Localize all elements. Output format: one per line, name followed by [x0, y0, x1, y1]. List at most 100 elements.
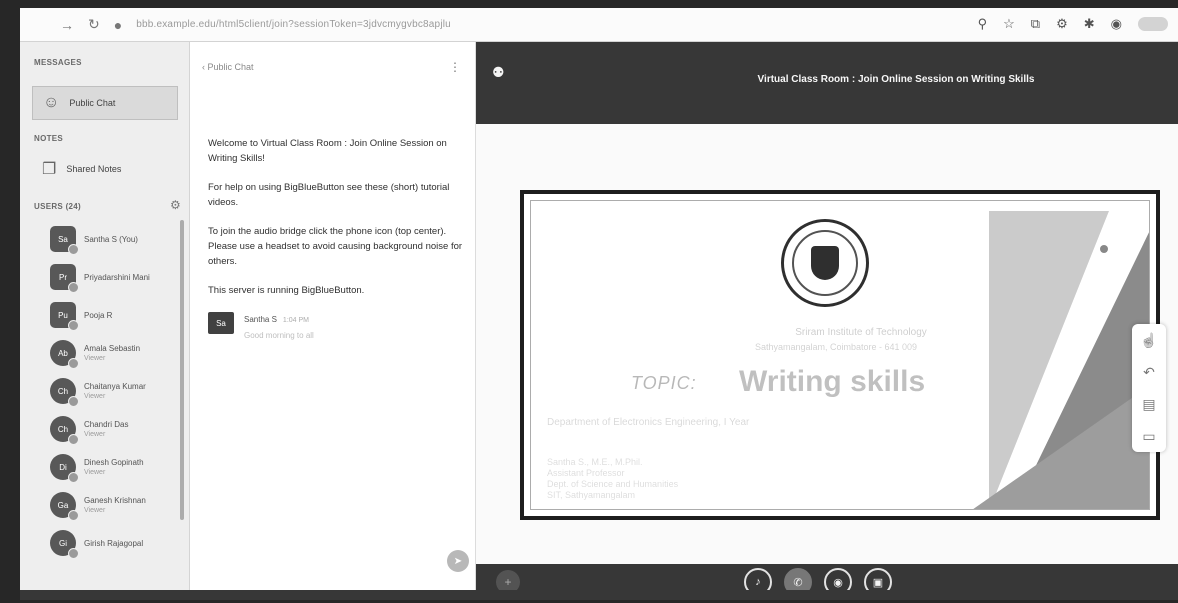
presenter-role: Assistant Professor: [547, 468, 625, 478]
slide-subtitle: Department of Electronics Engineering, I…: [547, 417, 750, 428]
user-name: Chandri Das: [84, 420, 129, 429]
chat-message: Sa Santha S 1:04 PM Good morning to all: [208, 312, 470, 343]
user-name: Santha S (You): [84, 234, 138, 244]
user-row[interactable]: Ch Chaitanya Kumar Viewer: [50, 372, 190, 410]
presenter-dept: Dept. of Science and Humanities: [547, 479, 679, 489]
notes-icon: ❐: [42, 161, 57, 178]
help-message: For help on using BigBlueButton see thes…: [208, 180, 470, 210]
user-row[interactable]: Ch Chandri Das Viewer: [50, 410, 190, 448]
more-options-icon[interactable]: ⋮: [449, 60, 461, 74]
user-list-scrollbar[interactable]: [180, 220, 184, 520]
presenter-name: Santha S., M.E., M.Phil.: [547, 457, 643, 467]
meeting-title: Virtual Class Room : Join Online Session…: [757, 74, 1035, 85]
help-text[interactable]: For help on using BigBlueButton see thes…: [208, 182, 449, 208]
star-icon[interactable]: ☆: [1003, 16, 1015, 32]
chat-messages: Welcome to Virtual Class Room : Join Onl…: [208, 136, 470, 343]
undo-icon[interactable]: ↶: [1143, 364, 1155, 381]
whiteboard-toolbar: ☝ ↶ ▤ ▭: [1132, 324, 1166, 452]
welcome-message: Welcome to Virtual Class Room : Join Onl…: [208, 138, 447, 164]
user-role: Viewer: [84, 507, 106, 514]
presenter-college: SIT, Sathyamangalam: [547, 490, 636, 500]
public-chat-item[interactable]: ☺ Public Chat: [32, 86, 178, 120]
messages-heading: MESSAGES: [34, 58, 82, 67]
slide-content: Sriram Institute of Technology Sathyaman…: [530, 200, 1150, 510]
stage-body: Sriram Institute of Technology Sathyaman…: [476, 124, 1178, 564]
user-list-toggle-icon[interactable]: ⚉: [492, 64, 505, 81]
shared-notes-item[interactable]: ❐ Shared Notes: [32, 152, 178, 186]
avatar: Ch: [50, 416, 79, 445]
profile-icon[interactable]: ◉: [1111, 16, 1122, 32]
avatar: Ab: [50, 340, 79, 369]
message-time: 1:04 PM: [282, 317, 309, 324]
user-row[interactable]: Sa Santha S (You): [50, 220, 190, 258]
avatar: Pu: [50, 302, 79, 331]
url-bar[interactable]: bbb.example.edu/html5client/join?session…: [136, 19, 451, 30]
user-name: Amala Sebastin: [84, 344, 141, 353]
profile-pill[interactable]: [1138, 17, 1168, 31]
message-text: Good morning to all: [244, 331, 314, 340]
user-name: Chaitanya Kumar: [84, 382, 146, 391]
reload-icon[interactable]: ↻: [88, 16, 100, 33]
pointer-tool-icon[interactable]: ☝: [1140, 332, 1157, 349]
institute-name: Sriram Institute of Technology: [795, 327, 927, 338]
shared-notes-label: Shared Notes: [66, 164, 122, 174]
monitor-frame: → ↻ ● bbb.example.edu/html5client/join?s…: [0, 0, 1178, 603]
pin-icon[interactable]: ✱: [1084, 16, 1095, 32]
user-name: Girish Rajagopal: [84, 538, 144, 548]
user-row[interactable]: Gi Girish Rajagopal: [50, 524, 190, 562]
user-list-panel: MESSAGES ☺ Public Chat NOTES ❐ Shared No…: [20, 42, 190, 600]
send-button[interactable]: ➤: [447, 550, 469, 572]
audio-message: To join the audio bridge click the phone…: [208, 226, 463, 267]
browser-toolbar: → ↻ ● bbb.example.edu/html5client/join?s…: [20, 8, 1178, 42]
screen: → ↻ ● bbb.example.edu/html5client/join?s…: [20, 8, 1178, 600]
topic-label: TOPIC:: [631, 373, 697, 393]
slide-decor-triangle: [959, 379, 1149, 509]
delete-icon[interactable]: ▤: [1142, 396, 1155, 413]
user-name: Pooja R: [84, 310, 113, 320]
lock-icon: ●: [113, 16, 123, 33]
shield-icon: [811, 246, 839, 280]
users-heading: USERS (24): [34, 202, 82, 211]
user-role: Viewer: [84, 469, 106, 476]
presenter-cursor: [1100, 245, 1108, 253]
user-role: Viewer: [84, 393, 106, 400]
institute-address: Sathyamangalam, Coimbatore - 641 009: [754, 342, 918, 352]
extension-icon[interactable]: ⧉: [1031, 16, 1040, 32]
avatar: Sa: [208, 312, 234, 334]
user-name: Priyadarshini Mani: [84, 272, 150, 282]
key-icon[interactable]: ⚲: [978, 16, 988, 32]
user-row[interactable]: Ga Ganesh Krishnan Viewer: [50, 486, 190, 524]
avatar: Pr: [50, 264, 79, 293]
user-name: Ganesh Krishnan: [84, 496, 146, 505]
user-role: Viewer: [84, 431, 106, 438]
user-role: Viewer: [84, 355, 106, 362]
settings-icon[interactable]: ⚙: [1056, 16, 1068, 32]
chat-icon: ☺: [43, 94, 60, 111]
gear-icon[interactable]: ⚙: [170, 198, 181, 212]
browser-actions: ⚲ ☆ ⧉ ⚙ ✱ ◉: [978, 16, 1168, 32]
presentation-area: ⚉ Virtual Class Room : Join Online Sessi…: [476, 42, 1178, 600]
chat-panel: ‹ Public Chat ⋮ Welcome to Virtual Class…: [190, 42, 476, 600]
public-chat-label: Public Chat: [69, 98, 116, 108]
slide-heading: Writing skills: [739, 365, 926, 398]
user-row[interactable]: Ab Amala Sebastin Viewer: [50, 334, 190, 372]
avatar: Ch: [50, 378, 79, 407]
avatar: Gi: [50, 530, 79, 559]
notes-heading: NOTES: [34, 134, 64, 143]
user-row[interactable]: Pu Pooja R: [50, 296, 190, 334]
presentation-slide: Sriram Institute of Technology Sathyaman…: [520, 190, 1160, 520]
forward-icon[interactable]: →: [60, 17, 74, 33]
chat-back-link[interactable]: ‹ Public Chat: [202, 62, 254, 72]
users-list: Sa Santha S (You) Pr Priyadarshini Mani …: [50, 220, 190, 562]
user-row[interactable]: Pr Priyadarshini Mani: [50, 258, 190, 296]
user-row[interactable]: Di Dinesh Gopinath Viewer: [50, 448, 190, 486]
avatar: Sa: [50, 226, 79, 255]
avatar: Ga: [50, 492, 79, 521]
stage-header: ⚉ Virtual Class Room : Join Online Sessi…: [476, 42, 1178, 124]
avatar: Di: [50, 454, 79, 483]
user-name: Dinesh Gopinath: [84, 458, 144, 467]
message-sender: Santha S: [244, 315, 277, 324]
server-message: This server is running BigBlueButton.: [208, 285, 365, 296]
multi-user-icon[interactable]: ▭: [1142, 428, 1155, 445]
institute-seal: [781, 219, 869, 307]
